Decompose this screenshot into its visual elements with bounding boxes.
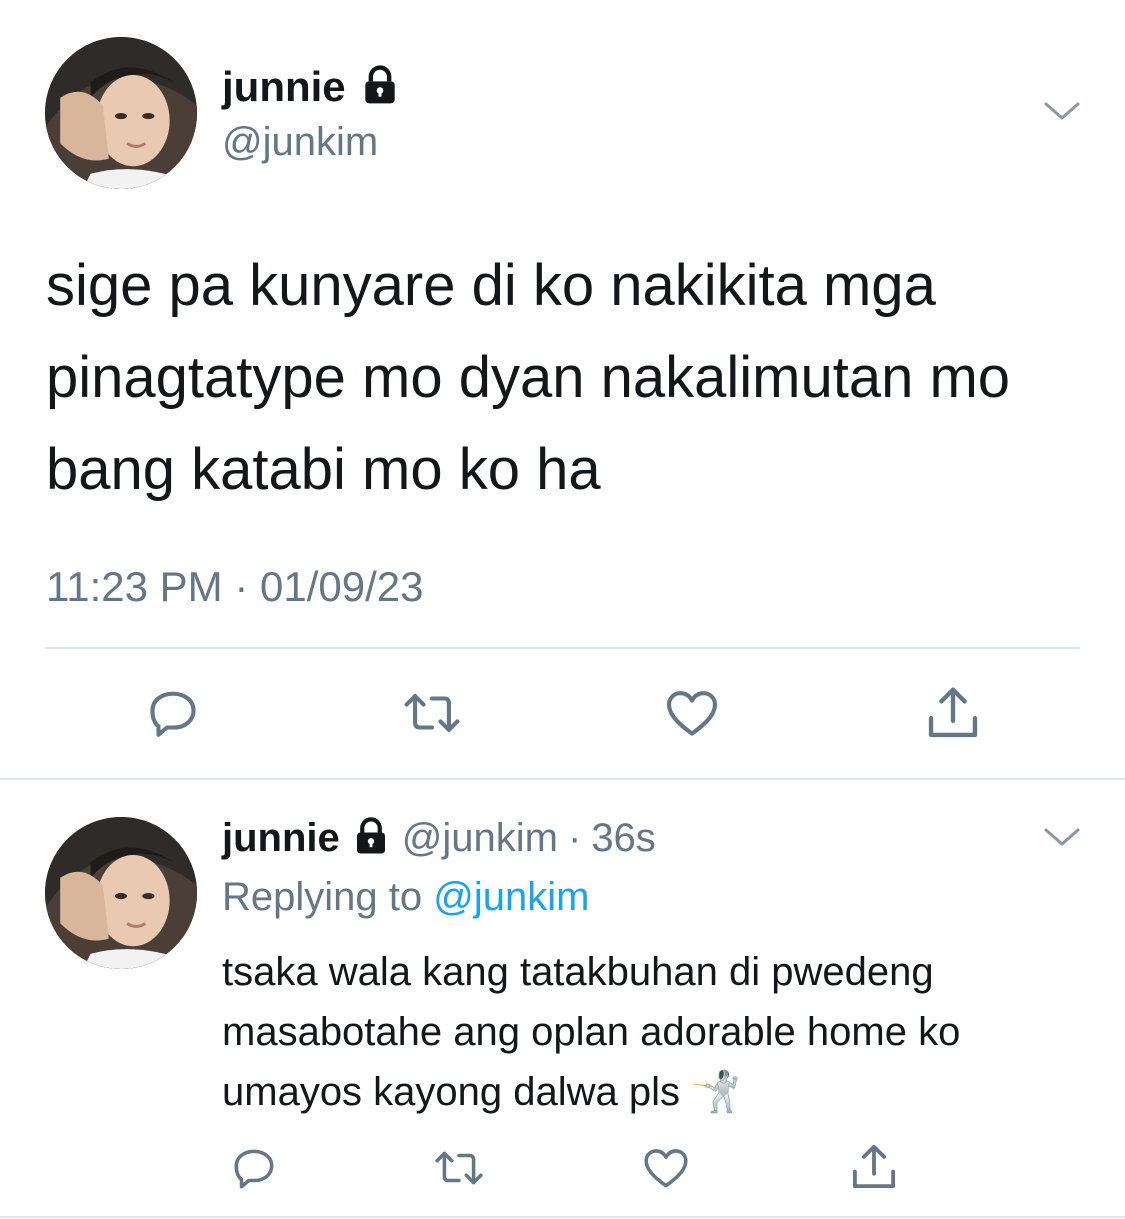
user-handle[interactable]: @junkim (402, 816, 558, 861)
like-button[interactable] (639, 1143, 693, 1193)
avatar[interactable] (45, 817, 197, 969)
reply-button[interactable] (229, 1143, 279, 1193)
tweet-text-line: tsaka wala kang tatakbuhan di pwedeng (222, 950, 934, 994)
tweet-text-line: sige pa kunyare di ko nakikita mga (46, 253, 936, 318)
display-name[interactable]: junnie (222, 814, 340, 862)
tweet-timestamp[interactable]: 11:23 PM · 01/09/23 (46, 562, 423, 612)
replying-to-label: Replying to (222, 875, 423, 919)
retweet-button[interactable] (431, 1143, 487, 1193)
tweet-text-line: masabotahe ang oplan adorable home ko (222, 1010, 961, 1054)
avatar-image (45, 817, 197, 969)
tweet-text-line: pinagtatype mo dyan nakalimutan mo (46, 345, 1011, 410)
user-handle[interactable]: @junkim (222, 118, 378, 166)
like-icon (644, 1149, 688, 1188)
divider (0, 1216, 1125, 1218)
like-button[interactable] (661, 684, 723, 742)
chevron-down-icon[interactable] (1042, 822, 1082, 857)
tweet-text-line: bang katabi mo ko ha (46, 437, 601, 502)
replying-to: Replying to @junkim (222, 873, 589, 921)
tweet-text: sige pa kunyare di ko nakikita mga pinag… (46, 240, 1106, 516)
divider (0, 778, 1125, 780)
avatar-image (45, 37, 197, 189)
lock-icon (350, 815, 392, 862)
divider (45, 647, 1080, 649)
replying-to-handle[interactable]: @junkim (433, 875, 589, 919)
reply-text: tsaka wala kang tatakbuhan di pwedeng ma… (222, 942, 1102, 1122)
tweet-age[interactable]: 36s (591, 816, 656, 861)
reply-icon (150, 691, 196, 737)
avatar[interactable] (45, 37, 197, 189)
tweet-text-line-content: umayos kayong dalwa pls (222, 1070, 681, 1114)
like-icon (666, 691, 718, 736)
fencer-emoji: 🤺 (691, 1069, 741, 1115)
lock-icon (358, 63, 402, 112)
chevron-down-icon[interactable] (1042, 96, 1082, 131)
reply-icon (234, 1149, 274, 1189)
share-icon (928, 687, 978, 738)
retweet-button[interactable] (400, 684, 464, 742)
retweet-icon (404, 694, 460, 732)
share-button[interactable] (847, 1140, 901, 1194)
tweet-text-line: umayos kayong dalwa pls 🤺 (222, 1062, 1102, 1122)
retweet-icon (435, 1151, 483, 1185)
share-button[interactable] (922, 682, 984, 744)
reply-button[interactable] (144, 684, 202, 742)
separator-dot: · (567, 815, 582, 860)
share-icon (852, 1144, 896, 1189)
display-name[interactable]: junnie (222, 62, 346, 112)
